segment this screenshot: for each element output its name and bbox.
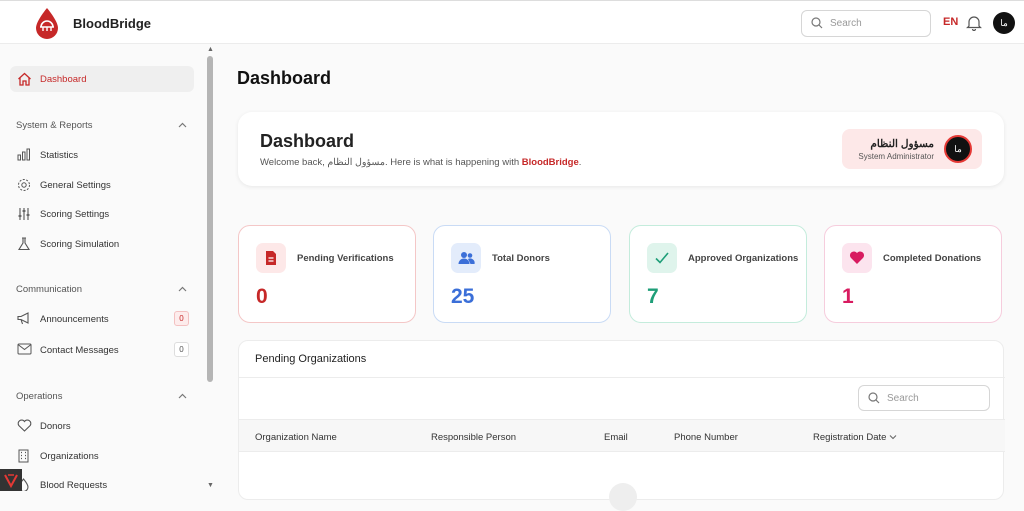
announcements-count-badge: 0: [174, 311, 189, 326]
sidebar-item-announcements[interactable]: Announcements 0: [10, 306, 194, 332]
welcome-brand: BloodBridge: [521, 157, 579, 168]
home-icon: [18, 72, 31, 86]
document-icon: [266, 251, 276, 265]
column-header-phone-number[interactable]: Phone Number: [674, 432, 738, 443]
sliders-icon: [18, 208, 30, 220]
section-title-system-reports[interactable]: System & Reports: [16, 120, 93, 131]
search-placeholder: Search: [887, 393, 919, 404]
user-avatar[interactable]: ما: [993, 12, 1015, 34]
stat-value: 25: [451, 285, 475, 308]
sidebar-item-contact-messages[interactable]: Contact Messages 0: [10, 337, 194, 363]
sidebar: Dashboard System & Reports Statistics Ge…: [0, 45, 205, 491]
section-title-communication[interactable]: Communication: [16, 284, 82, 295]
loading-placeholder: [609, 483, 637, 511]
language-toggle[interactable]: EN: [943, 16, 958, 28]
sidebar-item-label: Dashboard: [40, 74, 87, 85]
sidebar-item-label: Contact Messages: [40, 345, 119, 356]
heart-icon: [17, 419, 32, 432]
stat-card-completed-donations[interactable]: Completed Donations 1: [824, 225, 1002, 323]
column-header-organization-name[interactable]: Organization Name: [255, 432, 337, 443]
sidebar-scrollbar-thumb[interactable]: [207, 56, 213, 382]
app-launcher-icon[interactable]: [0, 469, 22, 491]
sidebar-item-label: Organizations: [40, 451, 99, 462]
stat-label: Completed Donations: [883, 253, 982, 264]
sidebar-item-label: Scoring Settings: [40, 209, 110, 220]
stat-value: 0: [256, 285, 268, 308]
sidebar-item-label: Statistics: [40, 150, 79, 161]
scroll-down-arrow-icon[interactable]: ▼: [207, 482, 214, 489]
sidebar-item-blood-requests[interactable]: Blood Requests: [10, 472, 194, 491]
avatar: ما: [944, 135, 972, 163]
scroll-up-arrow-icon[interactable]: ▲: [207, 46, 214, 53]
check-icon: [655, 252, 669, 264]
stat-card-pending-verifications[interactable]: Pending Verifications 0: [238, 225, 416, 323]
search-icon: [868, 392, 880, 404]
user-name: مسؤول النظام: [870, 138, 934, 150]
sidebar-item-label: Donors: [40, 421, 71, 432]
contact-messages-count-badge: 0: [174, 342, 189, 357]
sidebar-item-label: Scoring Simulation: [40, 239, 120, 250]
megaphone-icon: [17, 312, 29, 325]
bell-icon[interactable]: [966, 14, 982, 31]
global-search-input[interactable]: Search: [801, 10, 931, 37]
user-role: System Administrator: [858, 152, 934, 161]
sidebar-item-general-settings[interactable]: General Settings: [10, 172, 194, 198]
top-bar: BloodBridge Search EN ما: [0, 0, 1024, 44]
stat-value: 1: [842, 285, 854, 308]
user-profile-chip[interactable]: مسؤول النظام System Administrator ما: [842, 129, 982, 169]
column-header-email[interactable]: Email: [604, 432, 628, 443]
table-search-input[interactable]: Search: [858, 385, 990, 411]
pending-organizations-card: Pending Organizations Search Organizatio…: [238, 340, 1005, 511]
envelope-icon: [17, 343, 32, 355]
welcome-card: Dashboard Welcome back, مسؤول النظام. He…: [238, 112, 1004, 186]
chevron-down-icon[interactable]: [889, 434, 897, 440]
stat-value: 7: [647, 285, 659, 308]
flask-icon: [18, 237, 30, 251]
sidebar-item-label: General Settings: [40, 180, 111, 191]
stat-label: Pending Verifications: [297, 253, 394, 264]
sidebar-item-organizations[interactable]: Organizations: [10, 443, 194, 469]
brand-name[interactable]: BloodBridge: [73, 16, 151, 31]
chevron-up-icon[interactable]: [178, 393, 187, 399]
sidebar-item-scoring-settings[interactable]: Scoring Settings: [10, 201, 194, 227]
column-header-responsible-person[interactable]: Responsible Person: [431, 432, 516, 443]
stat-card-approved-organizations[interactable]: Approved Organizations 7: [629, 225, 807, 323]
heart-icon: [849, 251, 865, 264]
users-icon: [458, 252, 475, 264]
sidebar-item-scoring-simulation[interactable]: Scoring Simulation: [10, 231, 194, 257]
sidebar-item-label: Announcements: [40, 314, 109, 325]
page-title: Dashboard: [237, 68, 332, 88]
chevron-up-icon[interactable]: [178, 122, 187, 128]
welcome-user-name: مسؤول النظام: [327, 157, 385, 168]
search-placeholder: Search: [830, 18, 862, 29]
stat-label: Approved Organizations: [688, 253, 799, 264]
column-header-registration-date[interactable]: Registration Date: [813, 432, 886, 443]
search-icon: [811, 17, 823, 29]
bar-chart-icon: [17, 148, 30, 161]
welcome-title: Dashboard: [260, 131, 355, 151]
main-content: Dashboard Dashboard Welcome back, مسؤول …: [215, 45, 1024, 511]
welcome-message: Welcome back, مسؤول النظام. Here is what…: [260, 157, 582, 168]
sidebar-item-donors[interactable]: Donors: [10, 413, 194, 439]
sidebar-item-statistics[interactable]: Statistics: [10, 142, 194, 168]
stat-label: Total Donors: [492, 253, 550, 264]
blood-drop-logo-icon: [36, 8, 58, 39]
table-header: Organization Name Responsible Person Ema…: [239, 419, 1005, 452]
sidebar-item-label: Blood Requests: [40, 480, 108, 491]
building-icon: [18, 449, 29, 463]
stat-card-total-donors[interactable]: Total Donors 25: [433, 225, 611, 323]
gear-icon: [18, 179, 30, 191]
sidebar-item-dashboard[interactable]: Dashboard: [10, 66, 194, 92]
chevron-up-icon[interactable]: [178, 286, 187, 292]
pending-organizations-title: Pending Organizations: [255, 353, 367, 365]
section-title-operations[interactable]: Operations: [16, 391, 62, 402]
divider: [239, 377, 1005, 378]
